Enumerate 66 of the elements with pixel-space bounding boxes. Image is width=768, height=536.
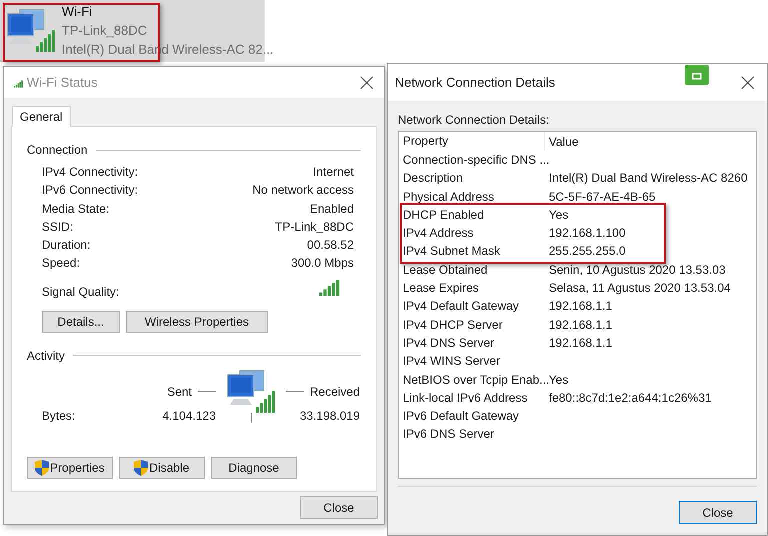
dialog-button[interactable]: Diagnose	[211, 456, 297, 479]
sent-label: Sent	[167, 384, 192, 401]
field-value: TP-Link_88DC	[275, 218, 354, 236]
field-label: Media State:	[42, 200, 110, 218]
field-value: Internet	[313, 164, 354, 181]
window-title: Wi-Fi Status	[27, 74, 98, 92]
value-cell-text: 255.255.255.0	[548, 243, 626, 260]
window-title: Network Connection Details	[395, 74, 556, 92]
value-cell-text: 192.168.1.100	[548, 225, 626, 242]
value-cell-text: Senin, 10 Agustus 2020 13.53.03	[548, 262, 726, 279]
network-adapter-icon	[6, 8, 56, 54]
received-bytes: 33.198.019	[298, 408, 360, 425]
property-cell-text: Description	[403, 170, 464, 188]
computer-icon	[226, 368, 276, 415]
dialog-button[interactable]: Details...	[42, 310, 120, 333]
adapter-network: TP-Link_88DC	[62, 22, 148, 40]
property-cell-text: IPv4 WINS Server	[403, 353, 502, 370]
property-cell-text: Physical Address	[403, 188, 496, 206]
column-header[interactable]: Property	[403, 132, 545, 151]
signal-quality-icon	[319, 279, 340, 296]
property-cell-text: DHCP Enabled	[403, 206, 486, 224]
value-cell-text: 192.168.1.1	[548, 334, 612, 352]
close-button[interactable]: Close	[300, 496, 378, 519]
field-label: Duration:	[42, 237, 91, 254]
signal-icon	[14, 80, 23, 88]
value-cell-text: 192.168.1.1	[548, 316, 612, 334]
property-cell-text: IPv4 Subnet Mask	[403, 243, 502, 260]
value-cell-text: fe80::8c7d:1e2:a644:1c26%31	[548, 390, 712, 407]
dialog-button[interactable]: Disable	[119, 456, 205, 479]
section-heading: Activity	[27, 348, 66, 365]
close-icon[interactable]	[741, 76, 755, 90]
field-value: No network access	[252, 182, 354, 200]
received-label: Received	[310, 384, 360, 401]
column-header[interactable]: Value	[545, 132, 579, 150]
property-cell-text: IPv6 DNS Server	[403, 426, 496, 444]
property-cell-text: Lease Obtained	[403, 262, 489, 279]
value-cell-text: 5C-5F-67-AE-4B-65	[548, 188, 656, 206]
value-cell-text: Intel(R) Dual Band Wireless-AC 8260	[548, 170, 748, 188]
bytes-label: Bytes:	[42, 408, 76, 425]
value-cell-text: Yes	[548, 206, 569, 224]
field-label: Speed:	[42, 255, 80, 272]
property-cell-text: IPv4 DHCP Server	[403, 316, 504, 334]
field-label: Signal Quality:	[42, 284, 120, 301]
field-value: Enabled	[310, 200, 354, 218]
adapter-name: Wi-Fi	[62, 3, 94, 21]
field-label: IPv6 Connectivity:	[42, 182, 138, 200]
tab[interactable]: General	[12, 106, 71, 127]
property-cell-text: Link-local IPv6 Address	[403, 390, 529, 407]
close-icon[interactable]	[360, 76, 374, 90]
sent-bytes: 4.104.123	[162, 408, 216, 425]
dialog-button[interactable]: Properties	[27, 456, 113, 479]
dialog-button[interactable]: Wireless Properties	[126, 310, 268, 333]
field-value: 300.0 Mbps	[291, 255, 354, 272]
value-cell-text: 192.168.1.1	[548, 298, 612, 316]
field-label: SSID:	[42, 218, 74, 236]
section-heading: Connection	[27, 142, 88, 159]
close-button[interactable]: Close	[679, 501, 757, 524]
list-label: Network Connection Details:	[398, 112, 550, 129]
value-cell-text: Selasa, 11 Agustus 2020 13.53.04	[548, 280, 731, 298]
property-cell-text: IPv6 Default Gateway	[403, 408, 520, 426]
field-label: IPv4 Connectivity:	[42, 164, 138, 181]
property-cell-text: IPv4 DNS Server	[403, 334, 496, 352]
property-cell-text: IPv4 Default Gateway	[403, 298, 520, 316]
property-cell-text: IPv4 Address	[403, 225, 475, 242]
field-value: 00.58.52	[307, 237, 354, 254]
property-cell-text: Lease Expires	[403, 280, 480, 298]
